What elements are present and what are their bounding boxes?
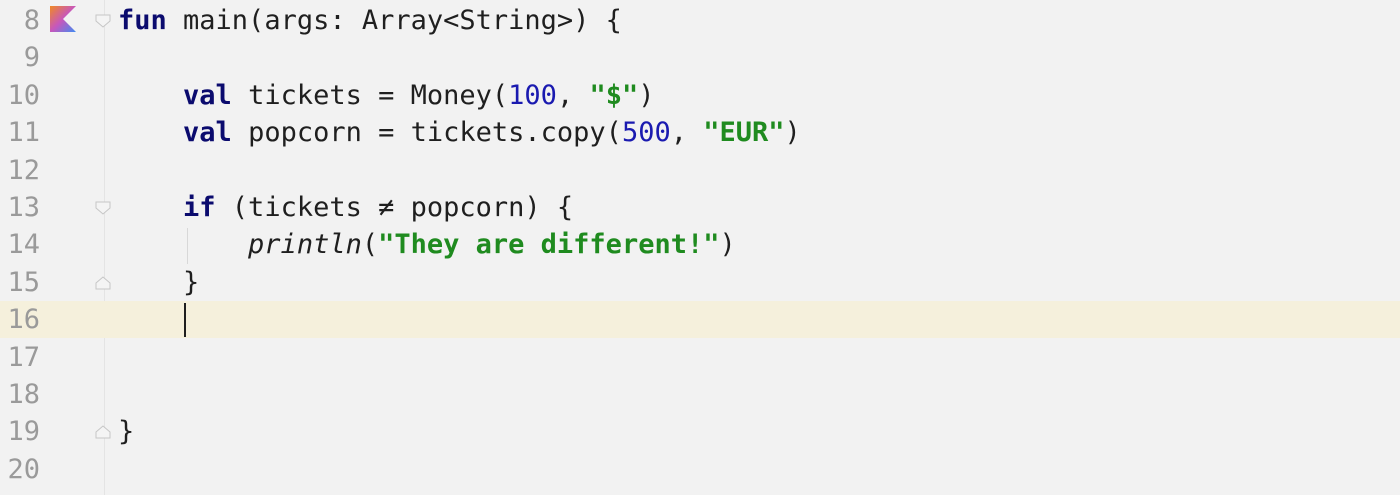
code-line-12[interactable]: 12 bbox=[0, 152, 1400, 189]
code-line-20[interactable]: 20 bbox=[0, 451, 1400, 488]
line-number[interactable]: 20 bbox=[0, 451, 40, 488]
code-token: , bbox=[670, 117, 704, 149]
code-editor[interactable]: 8 fun main(args: Array<String>) { 9 10 val … bbox=[0, 0, 1400, 495]
line-number[interactable]: 19 bbox=[0, 413, 40, 450]
code-token: 100 bbox=[508, 79, 557, 111]
code-line-19[interactable]: 19} bbox=[0, 413, 1400, 450]
code-text[interactable]: val popcorn = tickets.copy(500, "EUR") bbox=[118, 114, 801, 151]
line-number[interactable]: 12 bbox=[0, 152, 40, 189]
code-token: ) bbox=[784, 117, 801, 149]
code-token: val bbox=[183, 117, 232, 149]
code-token: "EUR" bbox=[703, 117, 785, 149]
code-token: val bbox=[183, 79, 232, 111]
code-token: ( bbox=[361, 229, 379, 261]
fold-open-icon[interactable] bbox=[95, 201, 111, 215]
code-line-15[interactable]: 15 } bbox=[0, 264, 1400, 301]
line-number[interactable]: 11 bbox=[0, 114, 40, 151]
line-number[interactable]: 14 bbox=[0, 226, 40, 263]
code-token: ) bbox=[638, 79, 655, 111]
code-token: main(args: Array<String>) { bbox=[166, 5, 622, 36]
code-text[interactable]: fun main(args: Array<String>) { bbox=[118, 2, 622, 39]
code-token: tickets = Money( bbox=[231, 79, 509, 111]
fold-open-icon[interactable] bbox=[95, 14, 111, 28]
code-line-18[interactable]: 18 bbox=[0, 376, 1400, 413]
line-number[interactable]: 18 bbox=[0, 376, 40, 413]
code-text[interactable]: if (tickets ≠ popcorn) { bbox=[118, 189, 573, 226]
code-line-9[interactable]: 9 bbox=[0, 39, 1400, 76]
code-token: ) bbox=[719, 229, 736, 261]
code-line-16[interactable]: 16 bbox=[0, 301, 1400, 339]
code-text[interactable]: } bbox=[118, 413, 134, 450]
code-line-8[interactable]: 8 fun main(args: Array<String>) { bbox=[0, 2, 1400, 39]
code-token: (tickets ≠ popcorn) { bbox=[215, 192, 574, 223]
code-line-13[interactable]: 13 if (tickets ≠ popcorn) { bbox=[0, 189, 1400, 226]
text-caret bbox=[184, 303, 186, 337]
line-number[interactable]: 17 bbox=[0, 339, 40, 376]
fold-close-icon[interactable] bbox=[95, 425, 111, 439]
code-token: "They are different!" bbox=[378, 229, 720, 261]
code-token: } bbox=[118, 266, 200, 298]
line-number[interactable]: 10 bbox=[0, 77, 40, 114]
code-text[interactable]: val tickets = Money(100, "$") bbox=[118, 77, 655, 114]
line-number[interactable]: 15 bbox=[0, 264, 40, 301]
code-token: popcorn = tickets.copy( bbox=[231, 117, 622, 149]
fold-close-icon[interactable] bbox=[95, 276, 111, 290]
code-token: "$" bbox=[589, 79, 639, 111]
code-text[interactable]: println("They are different!") bbox=[118, 226, 736, 263]
code-token: fun bbox=[118, 5, 167, 36]
line-number[interactable]: 9 bbox=[0, 39, 40, 76]
code-line-10[interactable]: 10 val tickets = Money(100, "$") bbox=[0, 77, 1400, 114]
code-token: , bbox=[556, 79, 590, 111]
code-text[interactable]: } bbox=[118, 264, 199, 301]
line-number[interactable]: 8 bbox=[0, 2, 40, 39]
line-number[interactable]: 16 bbox=[0, 301, 40, 338]
code-token: if bbox=[183, 192, 216, 223]
code-line-17[interactable]: 17 bbox=[0, 339, 1400, 376]
code-token: } bbox=[118, 416, 135, 448]
line-number[interactable]: 13 bbox=[0, 189, 40, 226]
code-token: println bbox=[248, 229, 362, 261]
kotlin-run-icon[interactable] bbox=[50, 6, 76, 32]
code-token: 500 bbox=[621, 117, 671, 149]
code-line-14[interactable]: 14 println("They are different!") bbox=[0, 226, 1400, 263]
code-line-11[interactable]: 11 val popcorn = tickets.copy(500, "EUR"… bbox=[0, 114, 1400, 151]
indent-guide bbox=[187, 228, 188, 264]
